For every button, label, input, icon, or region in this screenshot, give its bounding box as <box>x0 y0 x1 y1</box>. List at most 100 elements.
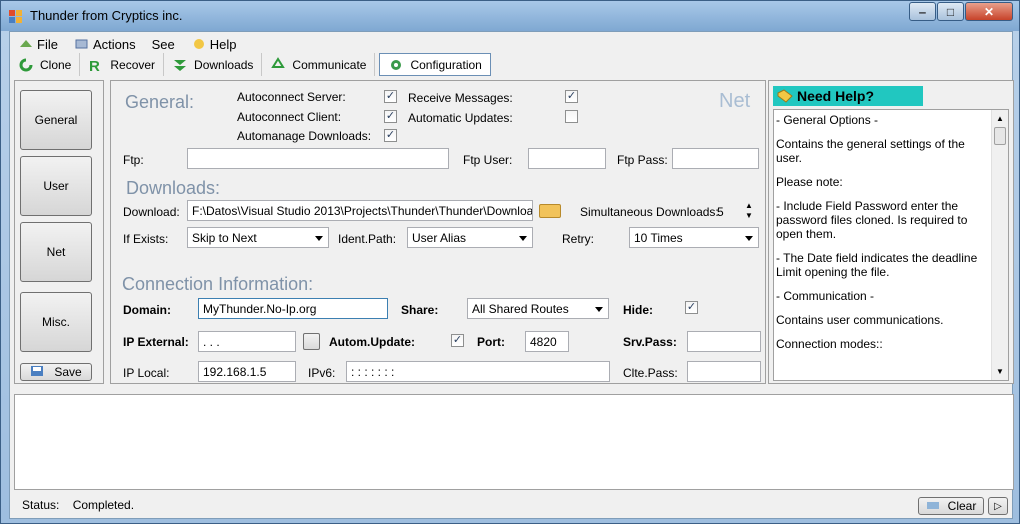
srv-pass-label: Srv.Pass: <box>623 335 677 349</box>
retry-label: Retry: <box>562 232 595 246</box>
scroll-down-icon[interactable]: ▼ <box>992 367 1008 376</box>
configuration-tab[interactable]: Configuration <box>379 53 491 76</box>
autoconnect-client-checkbox[interactable]: ✓ <box>384 110 397 123</box>
help-tag-icon <box>777 89 793 106</box>
clte-pass-label: Clte.Pass: <box>623 366 678 380</box>
help-panel: Need Help? - General Options - Contains … <box>768 80 1014 384</box>
svg-text:R: R <box>89 58 100 73</box>
domain-input[interactable]: MyThunder.No-Ip.org <box>198 298 388 319</box>
recover-button[interactable]: R Recover <box>80 53 165 76</box>
user-button[interactable]: User <box>20 156 92 216</box>
recycle-icon <box>270 56 286 73</box>
share-label: Share: <box>401 303 439 317</box>
help-line: Contains user communications. <box>776 313 944 327</box>
next-button[interactable]: ▷ <box>988 497 1008 515</box>
ftp-user-input[interactable] <box>528 148 606 169</box>
automatic-updates-checkbox[interactable] <box>565 110 578 123</box>
minimize-button[interactable]: ‒ <box>909 2 936 21</box>
autom-update-checkbox[interactable]: ✓ <box>451 334 464 347</box>
recover-icon: R <box>88 57 104 75</box>
menu-file[interactable]: File <box>18 36 58 52</box>
ip-local-label: IP Local: <box>123 366 170 380</box>
ident-path-select[interactable]: User Alias <box>407 227 533 248</box>
connection-heading: Connection Information: <box>122 274 314 294</box>
automanage-downloads-checkbox[interactable]: ✓ <box>384 129 397 142</box>
if-exists-value: Skip to Next <box>192 231 257 245</box>
domain-label: Domain: <box>123 303 171 317</box>
scroll-thumb[interactable] <box>994 127 1006 145</box>
help-icon <box>191 37 207 51</box>
help-scrollbar[interactable]: ▲ ▼ <box>991 110 1008 380</box>
ident-path-value: User Alias <box>412 231 467 245</box>
save-icon <box>30 365 44 380</box>
share-value: All Shared Routes <box>472 302 569 316</box>
misc-button-label: Misc. <box>42 313 70 329</box>
help-title: Need Help? <box>797 88 875 104</box>
if-exists-select[interactable]: Skip to Next <box>187 227 329 248</box>
menu-file-label: File <box>37 36 58 52</box>
menu-help[interactable]: Help <box>191 36 236 52</box>
spinner-arrows-icon[interactable]: ▲ ▼ <box>743 201 755 223</box>
download-label: Download: <box>123 205 180 219</box>
ftp-user-label: Ftp User: <box>463 153 513 167</box>
ip-local-input[interactable]: 192.168.1.5 <box>198 361 296 382</box>
clear-button[interactable]: Clear <box>918 497 984 515</box>
scroll-up-icon[interactable]: ▲ <box>992 114 1008 123</box>
share-select[interactable]: All Shared Routes <box>467 298 609 319</box>
ip-external-input[interactable]: . . . <box>198 331 296 352</box>
ip-lookup-icon[interactable] <box>303 333 320 350</box>
help-text-box[interactable]: - General Options - Contains the general… <box>773 109 1009 381</box>
ftp-input[interactable] <box>187 148 449 169</box>
user-button-label: User <box>43 177 69 193</box>
communicate-button[interactable]: Communicate <box>262 53 376 76</box>
downloads-heading: Downloads: <box>126 178 221 198</box>
retry-select[interactable]: 10 Times <box>629 227 759 248</box>
menu-actions-label: Actions <box>92 36 136 52</box>
net-button[interactable]: Net <box>20 222 92 282</box>
refresh-icon <box>18 57 34 73</box>
misc-button[interactable]: Misc. <box>20 292 92 352</box>
help-line: Contains the general settings of the use… <box>776 137 965 165</box>
clone-label: Clone <box>40 57 72 72</box>
dropdown-arrow-icon <box>595 307 603 312</box>
dropdown-arrow-icon <box>519 236 527 241</box>
folder-icon[interactable] <box>539 204 561 218</box>
maximize-button[interactable]: □ <box>937 2 964 21</box>
clte-pass-input[interactable] <box>687 361 761 382</box>
window-title: Thunder from Cryptics inc. <box>30 8 183 23</box>
autoconnect-client-label: Autoconnect Client: <box>237 110 342 124</box>
download-path-input[interactable]: F:\Datos\Visual Studio 2013\Projects\Thu… <box>187 200 533 221</box>
port-input[interactable]: 4820 <box>525 331 569 352</box>
close-button[interactable]: ✕ <box>965 2 1013 21</box>
ipv6-input[interactable]: : : : : : : : <box>346 361 610 382</box>
dropdown-arrow-icon <box>745 236 753 241</box>
autoconnect-server-checkbox[interactable]: ✓ <box>384 90 397 103</box>
ip-external-label: IP External: <box>123 335 189 349</box>
help-line: - Include Field Password enter the passw… <box>776 199 968 241</box>
general-button[interactable]: General <box>20 90 92 150</box>
hide-checkbox[interactable]: ✓ <box>685 301 698 314</box>
autoconnect-server-label: Autoconnect Server: <box>237 90 346 104</box>
simultaneous-downloads-label: Simultaneous Downloads: <box>580 205 719 219</box>
if-exists-label: If Exists: <box>123 232 169 246</box>
menu-see[interactable]: See <box>152 36 175 52</box>
title-bar: Thunder from Cryptics inc. ‒ □ ✕ <box>1 1 1019 31</box>
ftp-pass-input[interactable] <box>672 148 759 169</box>
simultaneous-downloads-value[interactable]: 5 <box>717 205 724 219</box>
recover-label: Recover <box>110 57 156 72</box>
status-label: Status: <box>22 498 60 512</box>
srv-pass-input[interactable] <box>687 331 761 352</box>
help-line: Connection modes:: <box>776 337 883 351</box>
clone-button[interactable]: Clone <box>10 53 81 76</box>
receive-messages-checkbox[interactable]: ✓ <box>565 90 578 103</box>
save-button[interactable]: Save <box>20 363 92 381</box>
menu-actions[interactable]: Actions <box>74 36 136 52</box>
general-button-label: General <box>34 111 78 127</box>
net-section-label: Net <box>719 90 751 112</box>
menu-see-label: See <box>151 36 175 52</box>
eraser-icon <box>926 499 940 514</box>
save-button-label: Save <box>54 365 82 379</box>
port-label: Port: <box>477 335 505 349</box>
downloads-button[interactable]: Downloads <box>164 53 263 76</box>
log-output[interactable] <box>14 394 1014 490</box>
